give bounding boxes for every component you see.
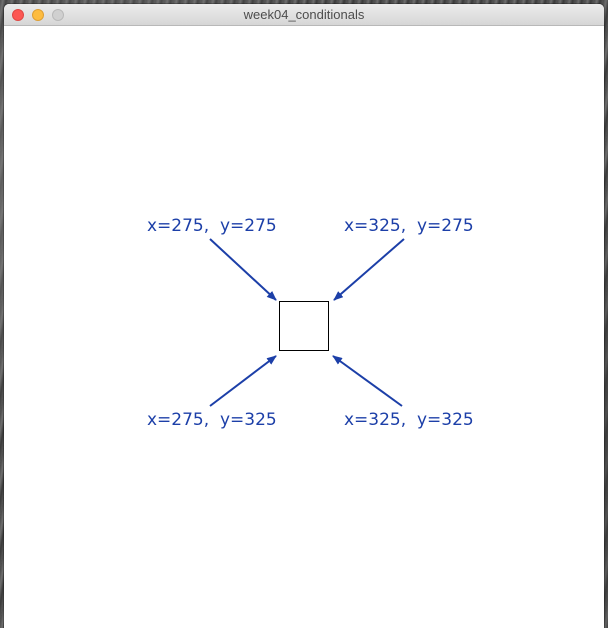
square-shape (279, 301, 329, 351)
arrow-bottom-right (332, 355, 403, 407)
arrow-top-left (209, 238, 277, 301)
label-top-left-corner: x=275, y=275 (147, 216, 277, 236)
window-title: week04_conditionals (243, 7, 365, 22)
label-bottom-right-corner: x=325, y=325 (344, 410, 474, 430)
label-top-right-corner: x=325, y=275 (344, 216, 474, 236)
title-bar[interactable]: week04_conditionals (4, 4, 604, 26)
app-window: week04_conditionals x=275, y=275 x=325, … (4, 4, 604, 628)
arrow-top-right (333, 238, 405, 301)
sketch-canvas[interactable]: x=275, y=275 x=325, y=275 x=275, y=325 x… (4, 26, 604, 628)
arrow-bottom-left (209, 355, 277, 407)
label-bottom-left-corner: x=275, y=325 (147, 410, 277, 430)
